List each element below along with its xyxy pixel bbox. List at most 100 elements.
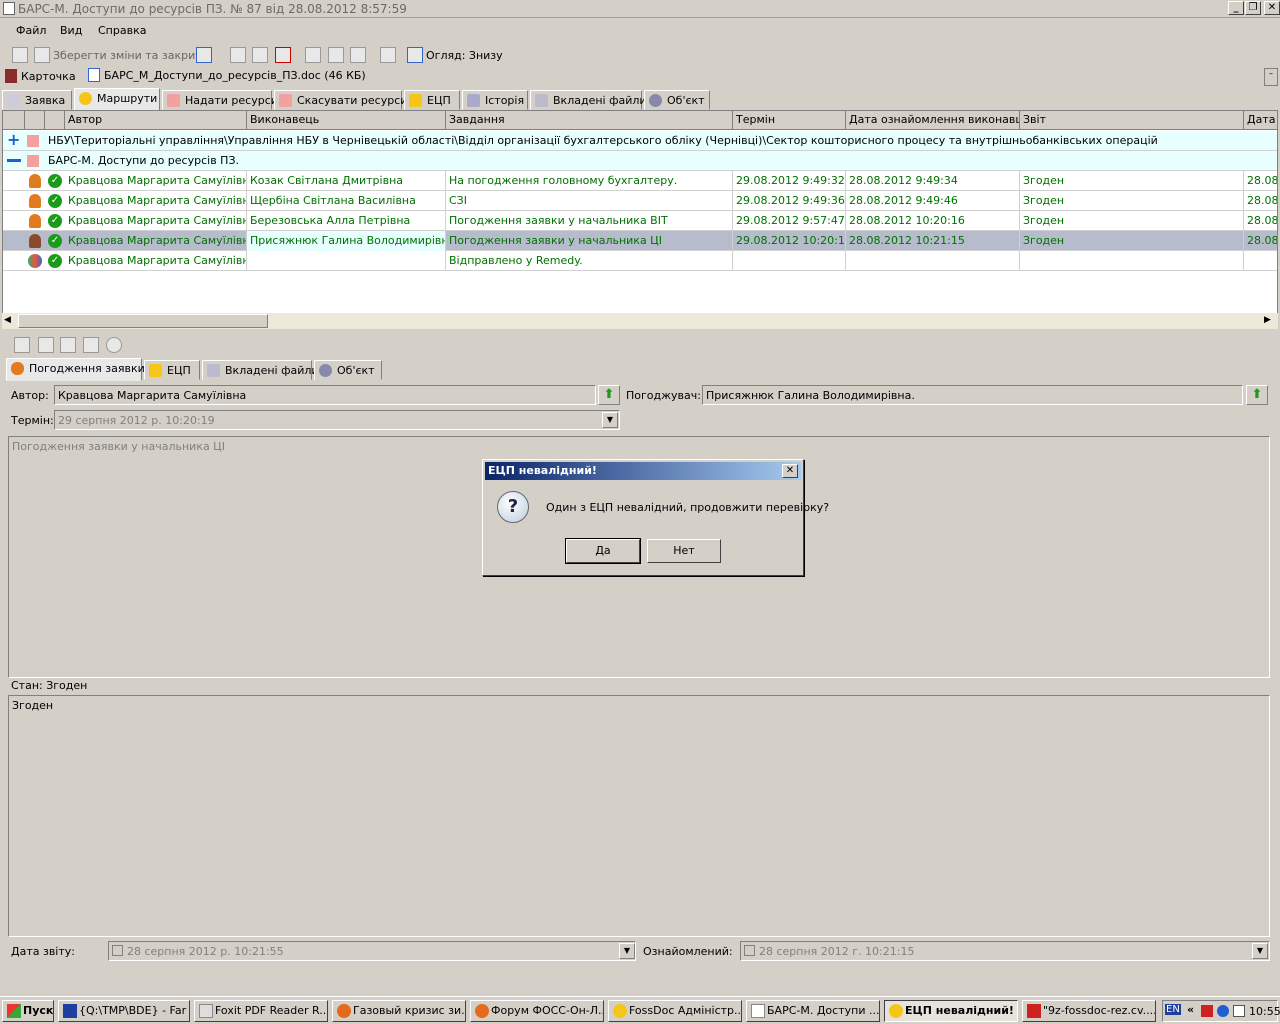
- clock-icon[interactable]: [106, 337, 122, 353]
- sign-icon[interactable]: [230, 47, 246, 63]
- start-button[interactable]: Пуск: [2, 1000, 54, 1022]
- tray-app-icon[interactable]: [1201, 1005, 1213, 1017]
- task-pdf[interactable]: "9z-fossdoc-rez.cv....: [1022, 1000, 1156, 1022]
- col-header-executor[interactable]: Виконавець: [247, 111, 446, 130]
- horizontal-scrollbar[interactable]: ◀ ▶: [2, 313, 1278, 329]
- tray-network-icon[interactable]: [1217, 1005, 1229, 1017]
- expand-plus-icon[interactable]: +: [7, 132, 20, 148]
- pdf-icon[interactable]: [275, 47, 291, 63]
- language-indicator[interactable]: EN: [1165, 1004, 1181, 1015]
- col-header-date[interactable]: Дата: [1244, 111, 1277, 130]
- yes-button[interactable]: Да: [565, 538, 641, 564]
- no-button[interactable]: Нет: [647, 539, 721, 563]
- task-ecp-dialog[interactable]: ЕЦП невалідний!: [884, 1000, 1018, 1022]
- task-far[interactable]: {Q:\TMP\BDE} - Far: [58, 1000, 190, 1022]
- card-icon: [5, 69, 17, 83]
- fossdoc-icon: [889, 1004, 903, 1018]
- col-header-blank2[interactable]: [25, 111, 45, 130]
- word-doc-icon: [88, 68, 100, 82]
- chevron-down-icon[interactable]: ▼: [1252, 943, 1268, 959]
- minimize-button[interactable]: _: [1228, 1, 1244, 15]
- sign-icon[interactable]: [38, 337, 54, 353]
- table-row[interactable]: ✓ Кравцова Маргарита Самуїлівна Відправл…: [3, 251, 1277, 271]
- menu-view[interactable]: Вид: [60, 24, 82, 37]
- tray-monitor-icon[interactable]: [1233, 1005, 1245, 1017]
- checkbox-icon[interactable]: [744, 945, 755, 956]
- card-link[interactable]: Карточка: [21, 70, 76, 83]
- group-row-bars[interactable]: БАРС-М. Доступи до ресурсів ПЗ.: [3, 151, 1277, 171]
- chevron-down-icon[interactable]: ▼: [619, 943, 635, 959]
- group-label-bars: БАРС-М. Доступи до ресурсів ПЗ.: [48, 154, 239, 167]
- table-row-selected[interactable]: ✓ Кравцова Маргарита Самуїлівна Присяжню…: [3, 231, 1277, 251]
- dialog-close-button[interactable]: ✕: [782, 464, 798, 478]
- view-icon[interactable]: [407, 47, 423, 63]
- scroll-thumb[interactable]: [18, 314, 268, 328]
- task-fossdoc-admin[interactable]: FossDoc Адміністр...: [608, 1000, 742, 1022]
- collapse-icon[interactable]: –: [1264, 68, 1278, 86]
- author-field[interactable]: Кравцова Маргарита Самуїлівна: [54, 385, 596, 405]
- table-row[interactable]: ✓ Кравцова Маргарита Самуїлівна Козак Св…: [3, 171, 1277, 191]
- forward-icon[interactable]: [350, 47, 366, 63]
- table-row[interactable]: ✓ Кравцова Маргарита Самуїлівна Березовс…: [3, 211, 1277, 231]
- back-icon[interactable]: [328, 47, 344, 63]
- save-close-button[interactable]: Зберегти зміни та закрити: [53, 49, 209, 62]
- task-firefox-2[interactable]: Форум ФОСС-Он-Л...: [470, 1000, 604, 1022]
- close-button[interactable]: ✕: [1264, 1, 1280, 15]
- refresh-icon[interactable]: [380, 47, 396, 63]
- document-icon[interactable]: [60, 337, 76, 353]
- attached-doc-link[interactable]: БАРС_М_Доступи_до_ресурсів_ПЗ.doc (46 КБ…: [104, 69, 366, 82]
- col-header-task[interactable]: Завдання: [446, 111, 733, 130]
- tab-ecp[interactable]: ЕЦП: [404, 90, 460, 110]
- col-header-read-date[interactable]: Дата ознайомлення виконавця: [846, 111, 1020, 130]
- tab-approval[interactable]: Погодження заявки: [6, 358, 145, 381]
- tab-attachments[interactable]: Вкладені файли: [530, 90, 647, 110]
- tab-object[interactable]: Об'єкт: [314, 360, 382, 380]
- author-select-button[interactable]: ⬆: [598, 385, 620, 405]
- key-icon[interactable]: [305, 47, 321, 63]
- report-text[interactable]: Згоден: [8, 695, 1270, 937]
- menu-file[interactable]: Файл: [16, 24, 46, 37]
- tab-routes[interactable]: Маршрути: [74, 88, 160, 111]
- tab-ecp[interactable]: ЕЦП: [144, 360, 200, 380]
- col-header-report[interactable]: Звіт: [1020, 111, 1244, 130]
- collapse-minus-icon[interactable]: [7, 159, 21, 162]
- print-icon[interactable]: [83, 337, 99, 353]
- approver-field[interactable]: Присяжнюк Галина Володимирівна.: [702, 385, 1243, 405]
- tab-grant-resources[interactable]: Надати ресурси: [162, 90, 278, 110]
- view-dropdown[interactable]: Огляд: Знизу: [426, 49, 503, 62]
- save-close-icon[interactable]: [34, 47, 50, 63]
- tray-expand-icon[interactable]: «: [1187, 1003, 1194, 1016]
- tab-object[interactable]: Об'єкт: [644, 90, 710, 110]
- restore-button[interactable]: ❐: [1245, 1, 1261, 15]
- col-header-blank3[interactable]: [45, 111, 65, 130]
- menu-help[interactable]: Справка: [98, 24, 146, 37]
- route-folder-icon: [27, 135, 39, 147]
- chevron-down-icon[interactable]: ▼: [602, 412, 618, 428]
- col-header-term[interactable]: Термін: [733, 111, 846, 130]
- approver-select-button[interactable]: ⬆: [1246, 385, 1268, 405]
- task-firefox-1[interactable]: Газовый кризис зи...: [332, 1000, 466, 1022]
- table-row[interactable]: ✓ Кравцова Маргарита Самуїлівна Щербіна …: [3, 191, 1277, 211]
- task-foxit[interactable]: Foxit PDF Reader R...: [194, 1000, 328, 1022]
- person-icon: [11, 362, 24, 375]
- save-icon[interactable]: [14, 337, 30, 353]
- print-icon[interactable]: [196, 47, 212, 63]
- save-icon[interactable]: [12, 47, 28, 63]
- task-bars[interactable]: БАРС-М. Доступи ...: [746, 1000, 880, 1022]
- group-row-org[interactable]: + НБУ\Територіальні управління\Управлінн…: [3, 131, 1277, 151]
- scroll-right-arrow[interactable]: ▶: [1264, 315, 1271, 325]
- checkbox-icon[interactable]: [112, 945, 123, 956]
- col-header-author[interactable]: Автор: [65, 111, 247, 130]
- report-date-field[interactable]: 28 серпня 2012 р. 10:21:55: [108, 941, 636, 961]
- read-date-field[interactable]: 28 серпня 2012 г. 10:21:15: [740, 941, 1270, 961]
- document-icon[interactable]: [252, 47, 268, 63]
- tab-request[interactable]: Заявка: [2, 90, 72, 110]
- cell-author: Кравцова Маргарита Самуїлівна: [65, 191, 247, 211]
- col-header-blank1[interactable]: [3, 111, 25, 130]
- cell-term: [733, 251, 846, 271]
- scroll-left-arrow[interactable]: ◀: [4, 315, 11, 325]
- tab-history[interactable]: Історія: [462, 90, 528, 110]
- tab-revoke-resources[interactable]: Скасувати ресурси: [274, 90, 407, 110]
- tab-attachments[interactable]: Вкладені файли: [202, 360, 319, 380]
- term-field[interactable]: 29 серпня 2012 р. 10:20:19: [54, 410, 620, 430]
